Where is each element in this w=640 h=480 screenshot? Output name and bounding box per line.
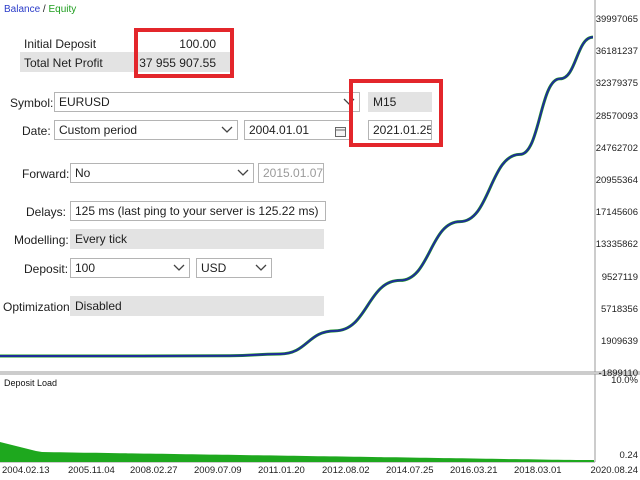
deposit-label: Deposit: xyxy=(24,262,69,276)
symbol-select[interactable]: EURUSD xyxy=(54,92,360,112)
initial-deposit-label: Initial Deposit xyxy=(24,37,97,51)
chevron-down-icon xyxy=(237,164,249,182)
load-axis-bottom: 0.24 xyxy=(619,450,639,461)
y-tick-label: 5718356 xyxy=(601,303,638,315)
forward-date-value: 2015.01.07 xyxy=(263,166,324,180)
x-tick-label: 2012.08.02 xyxy=(322,465,370,476)
chevron-down-icon xyxy=(173,259,185,277)
y-tick-label: 20955364 xyxy=(595,175,638,186)
y-tick-label: 13335862 xyxy=(595,239,638,251)
x-tick-label: 2014.07.25 xyxy=(386,465,434,476)
y-tick-label: 36181237 xyxy=(595,46,638,58)
deposit-value: 100 xyxy=(75,261,96,275)
y-tick-label: 1909639 xyxy=(601,336,638,347)
legend-balance: Balance xyxy=(4,4,41,15)
x-tick-label: 2016.03.21 xyxy=(450,465,498,476)
highlight-timeframe-box xyxy=(349,79,443,147)
date-from-value: 2004.01.01 xyxy=(249,123,310,137)
calendar-icon[interactable] xyxy=(335,124,346,139)
deposit-select[interactable]: 100 xyxy=(70,258,190,278)
delays-select[interactable]: 125 ms (last ping to your server is 125.… xyxy=(70,201,326,221)
optimization-label: Optimization: xyxy=(3,300,74,314)
y-tick-label: 24762702 xyxy=(595,142,638,154)
y-tick-label: 17145606 xyxy=(595,207,638,219)
legend-equity: Equity xyxy=(48,4,77,15)
x-tick-label: 2011.01.20 xyxy=(258,465,305,476)
x-tick-label: 2018.03.01 xyxy=(514,465,562,476)
date-mode-select[interactable]: Custom period xyxy=(54,120,238,140)
date-label: Date: xyxy=(22,124,51,138)
y-tick-label: 39997065 xyxy=(595,14,638,25)
date-from-input[interactable]: 2004.01.01 xyxy=(244,120,350,140)
delays-value: 125 ms (last ping to your server is 125.… xyxy=(75,204,319,218)
x-tick-label: 2005.11.04 xyxy=(68,465,115,476)
modelling-field[interactable]: Every tick xyxy=(70,229,324,249)
date-mode-value: Custom period xyxy=(59,123,138,137)
modelling-value: Every tick xyxy=(75,232,128,246)
symbol-value: EURUSD xyxy=(59,95,110,109)
optimization-field[interactable]: Disabled xyxy=(70,296,324,316)
forward-select[interactable]: No xyxy=(70,163,254,183)
chevron-down-icon xyxy=(221,121,233,139)
load-axis-top: 10.0% xyxy=(611,375,638,386)
symbol-label: Symbol: xyxy=(10,96,54,110)
forward-date-input: 2015.01.07 xyxy=(258,163,324,183)
forward-label: Forward: xyxy=(22,167,70,181)
forward-value: No xyxy=(75,166,91,180)
x-tick-label: 2008.02.27 xyxy=(130,465,178,476)
x-tick-label: 2020.08.24 xyxy=(590,465,638,476)
y-tick-label: 32379375 xyxy=(595,78,638,90)
x-tick-label: 2009.07.09 xyxy=(194,465,242,476)
deposit-load-label: Deposit Load xyxy=(4,378,58,388)
net-profit-label: Total Net Profit xyxy=(24,56,103,70)
currency-value: USD xyxy=(201,261,227,275)
optimization-value: Disabled xyxy=(75,299,122,313)
delays-label: Delays: xyxy=(26,205,67,219)
highlight-profit-box xyxy=(134,28,234,78)
currency-select[interactable]: USD xyxy=(196,258,272,278)
modelling-label: Modelling: xyxy=(14,233,69,247)
chevron-down-icon xyxy=(255,259,267,277)
y-tick-label: 28570093 xyxy=(595,110,638,122)
x-tick-label: 2004.02.13 xyxy=(2,465,50,476)
chart-legend: Balance / Equity xyxy=(4,4,76,15)
y-tick-label: 9527119 xyxy=(601,271,638,283)
